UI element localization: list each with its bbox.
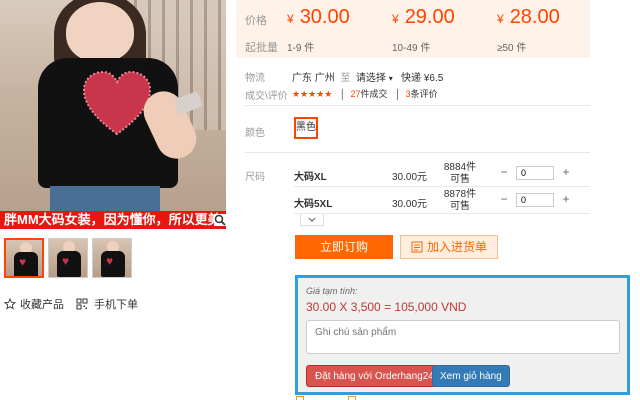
product-note-input[interactable] [306,320,620,354]
tier-price-1: ¥30.00 [287,6,350,28]
size-row: 大码5XL 30.00元 8878件可售 − + [294,188,570,214]
checkbox[interactable] [296,396,304,400]
review-stats: ★★★★★ │ 27件成交 │ 3条评价 [292,89,438,99]
mobile-order[interactable]: 手机下单 [76,296,138,312]
reviews-row: 成交\评价 ★★★★★ │ 27件成交 │ 3条评价 [245,87,438,102]
tier-qty-3: ≥50 件 [497,43,527,54]
divider [245,152,590,153]
reviews-label: 成交\评价 [245,91,288,102]
batch-label: 起批量 [245,42,278,54]
tier-price-3: ¥28.00 [497,6,560,28]
rating-stars: ★★★★★ [292,89,333,99]
quantity-input[interactable] [516,166,554,180]
favorite-product[interactable]: 收藏产品 [4,296,64,312]
estimate-sum: 30.00 X 3,500 = 105,000 VND [306,300,467,314]
logistics-label: 物流 [245,73,265,84]
order-with-orderhang-button[interactable]: Đặt hàng với Orderhang24h [306,365,449,387]
quantity-stepper: − + [496,193,574,207]
model-face [66,2,134,62]
shipping-fee: 快递 ¥6.5 [401,73,444,84]
quantity-input[interactable] [516,193,554,207]
page: 胖MM大码女装，因为懂你，所以更美 ♥ ♥ ♥ 收藏产品 手机下单 价格 起批量… [0,0,640,400]
zoom-icon[interactable] [214,214,226,226]
destination-select[interactable]: 请选择 [356,73,386,84]
divider [245,105,590,106]
divider [294,186,590,187]
color-option-black[interactable]: 黑色 [294,117,318,139]
price-estimate-box: Giá tạm tính: 30.00 X 3,500 = 105,000 VN… [295,275,630,395]
thumb-heart-icon: ♥ [19,255,27,269]
expand-sizes-button[interactable] [300,214,324,226]
mobile-label: 手机下单 [94,299,138,311]
tier-qty-2: 10-49 件 [392,43,431,54]
heart-print [82,70,152,136]
minus-button[interactable]: − [496,166,512,180]
size-label: 尺码 [245,172,265,183]
star-outline-icon [4,298,16,310]
review-link[interactable]: 条评价 [411,89,438,99]
price-panel: 价格 起批量 ¥30.00 ¥29.00 ¥28.00 1-9 件 10-49 … [236,0,590,58]
size-price: 30.00元 [392,199,428,210]
qr-code-icon [76,298,88,310]
thumbnail-list: ♥ ♥ ♥ [4,238,132,278]
estimate-label: Giá tạm tính: [306,286,358,296]
thumb-heart-icon: ♥ [106,254,114,268]
chevron-down-icon [308,217,316,222]
logistics-origin: 广东 广州 至 请选择 ▾ 快递 ¥6.5 [292,73,444,84]
thumbnail-3[interactable]: ♥ [92,238,132,278]
quantity-stepper: − + [496,166,574,180]
promo-banner: 胖MM大码女装，因为懂你，所以更美 [0,211,226,229]
size-stock: 8878件可售 [443,189,477,212]
product-main-image[interactable]: 胖MM大码女装，因为懂你，所以更美 [0,0,226,229]
cart-list-icon [411,241,423,253]
add-to-cart-label: 加入进货单 [426,240,487,254]
minus-button[interactable]: − [496,193,512,207]
thumbnail-2[interactable]: ♥ [48,238,88,278]
price-label: 价格 [245,15,267,27]
order-now-button[interactable]: 立即订购 [295,235,393,259]
plus-button[interactable]: + [558,193,574,207]
view-cart-button[interactable]: Xem giỏ hàng [432,365,510,387]
add-to-cart-button[interactable]: 加入进货单 [400,235,498,259]
size-name: 大码XL [294,172,327,183]
color-label: 颜色 [245,128,265,139]
thumbnail-1[interactable]: ♥ [4,238,44,278]
size-row: 大码XL 30.00元 8884件可售 − + [294,161,570,187]
thumb-heart-icon: ♥ [62,254,70,268]
size-stock: 8884件可售 [443,162,477,185]
size-price: 30.00元 [392,172,428,183]
tier-qty-1: 1-9 件 [287,43,315,54]
tier-price-2: ¥29.00 [392,6,455,28]
checkbox[interactable] [348,396,356,400]
logistics-row: 物流 广东 广州 至 请选择 ▾ 快递 ¥6.5 [245,69,443,84]
divider [294,213,590,214]
size-name: 大码5XL [294,199,333,210]
favorite-label: 收藏产品 [20,299,64,311]
plus-button[interactable]: + [558,166,574,180]
